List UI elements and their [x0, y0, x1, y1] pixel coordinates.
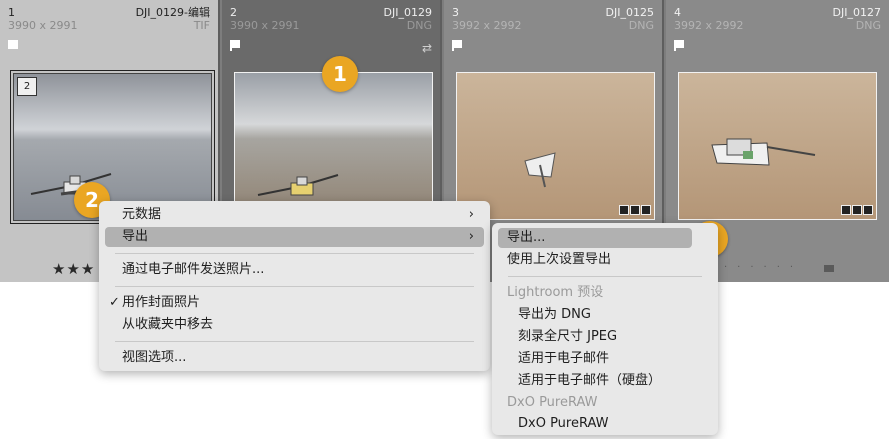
menu-item-label: 用作封面照片 — [122, 295, 201, 310]
submenu-item-export-previous[interactable]: 使用上次设置导出 — [498, 250, 712, 270]
menu-item-label: 导出... — [507, 230, 546, 245]
cell-filename: DJI_0127 — [832, 6, 881, 19]
thumbnail-image — [13, 73, 212, 221]
cell-filename: DJI_0129-编辑 — [135, 6, 210, 19]
menu-item-label: 导出 — [122, 229, 149, 244]
cell-filename: DJI_0129 — [383, 6, 432, 19]
menu-item-label: 适用于电子邮件 — [518, 351, 610, 366]
menu-separator — [508, 276, 702, 277]
cell-index: 1 — [8, 6, 15, 19]
cell-header: 1 DJI_0129-编辑 3990 x 2991 TIF — [0, 0, 218, 36]
menu-item-label: 刻录全尺寸 JPEG — [518, 329, 618, 344]
chevron-right-icon: › — [468, 207, 474, 222]
cell-header: 4 DJI_0127 3992 x 2992 DNG — [666, 0, 889, 36]
menu-item-label: 元数据 — [122, 207, 162, 222]
menu-header-label: DxO PureRAW — [507, 395, 598, 410]
menu-separator — [115, 253, 474, 254]
cell-filetype: DNG — [855, 19, 881, 32]
cell-index: 2 — [230, 6, 237, 19]
cell-dimensions: 3990 x 2991 — [230, 19, 300, 32]
cell-dimensions: 3992 x 2992 — [674, 19, 744, 32]
cell-index: 4 — [674, 6, 681, 19]
boat-icon — [711, 138, 816, 166]
submenu-item-dxo-pureraw[interactable]: DxO PureRAW — [498, 414, 712, 434]
submenu-header-dxo: DxO PureRAW — [498, 393, 712, 413]
rating-stars[interactable]: ★★★ — [52, 260, 95, 278]
callout-1: 1 — [322, 56, 358, 92]
menu-item-label: DxO PureRAW — [518, 416, 609, 431]
menu-item-label: 视图选项... — [122, 350, 187, 365]
thumbnail-image[interactable] — [678, 72, 877, 220]
cell-dimensions: 3992 x 2992 — [452, 19, 522, 32]
context-menu: 元数据 › 导出 › 通过电子邮件发送照片... ✓ 用作封面照片 从收藏夹中移… — [99, 201, 490, 371]
cell-filetype: TIF — [193, 19, 210, 32]
flag-icon[interactable] — [452, 40, 463, 51]
cell-dimensions: 3990 x 2991 — [8, 19, 78, 32]
boat-icon — [257, 174, 339, 196]
menu-item-remove-from-collection[interactable]: 从收藏夹中移去 — [105, 315, 484, 335]
thumbnail-image[interactable] — [234, 72, 433, 220]
submenu-item-burn-jpeg[interactable]: 刻录全尺寸 JPEG — [498, 327, 712, 347]
cell-header: 2 DJI_0129 3990 x 2991 DNG — [222, 0, 440, 36]
menu-header-label: Lightroom 预设 — [507, 285, 604, 300]
pagination-dots: ······ — [724, 262, 804, 273]
submenu-item-for-email[interactable]: 适用于电子邮件 — [498, 349, 712, 369]
menu-item-metadata[interactable]: 元数据 › — [105, 205, 484, 225]
menu-item-view-options[interactable]: 视图选项... — [105, 348, 484, 368]
submenu-item-export-dng[interactable]: 导出为 DNG — [498, 305, 712, 325]
cell-index: 3 — [452, 6, 459, 19]
menu-item-email[interactable]: 通过电子邮件发送照片... — [105, 260, 484, 280]
menu-separator — [115, 341, 474, 342]
submenu-item-export[interactable]: 导出... — [498, 228, 692, 248]
cell-filename: DJI_0125 — [605, 6, 654, 19]
cell-header: 3 DJI_0125 3992 x 2992 DNG — [444, 0, 662, 36]
grid-control[interactable] — [824, 265, 834, 272]
menu-item-label: 通过电子邮件发送照片... — [122, 262, 265, 277]
thumbnail-badges — [841, 205, 873, 216]
menu-item-label: 适用于电子邮件（硬盘） — [518, 373, 662, 388]
thumbnail-image[interactable] — [456, 72, 655, 220]
submenu-header-lightroom-presets: Lightroom 预设 — [498, 283, 712, 303]
chevron-right-icon: › — [468, 229, 474, 244]
menu-item-cover-photo[interactable]: ✓ 用作封面照片 — [105, 293, 484, 313]
menu-item-label: 使用上次设置导出 — [507, 252, 612, 267]
menu-item-label: 导出为 DNG — [518, 307, 591, 322]
menu-item-export[interactable]: 导出 › — [105, 227, 484, 247]
menu-separator — [115, 286, 474, 287]
flag-icon[interactable] — [8, 40, 19, 51]
export-submenu: 导出... 使用上次设置导出 Lightroom 预设 导出为 DNG 刻录全尺… — [492, 223, 718, 435]
menu-item-label: 从收藏夹中移去 — [122, 317, 214, 332]
cell-filetype: DNG — [628, 19, 654, 32]
cell-filetype: DNG — [406, 19, 432, 32]
stack-count-badge[interactable]: 2 — [17, 77, 37, 96]
flag-icon[interactable] — [230, 40, 241, 51]
thumbnail-badges — [619, 205, 651, 216]
sync-icon[interactable]: ⇄ — [422, 41, 432, 55]
submenu-item-for-email-disk[interactable]: 适用于电子邮件（硬盘） — [498, 371, 712, 391]
checkmark-icon: ✓ — [109, 295, 120, 310]
boat-icon — [524, 152, 556, 188]
flag-icon[interactable] — [674, 40, 685, 51]
